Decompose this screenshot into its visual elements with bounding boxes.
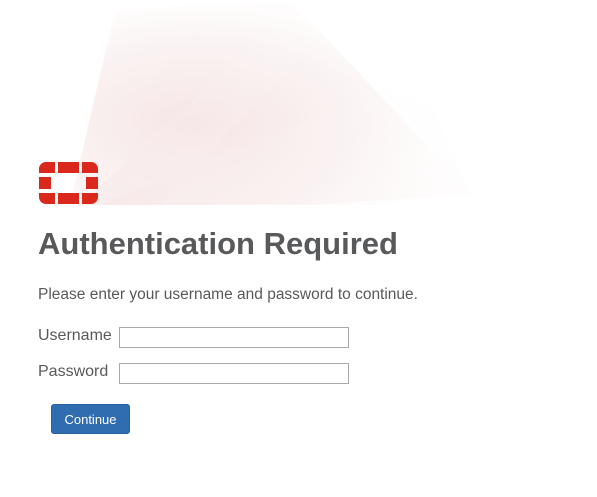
page-title: Authentication Required bbox=[38, 226, 398, 261]
password-label: Password bbox=[38, 363, 109, 380]
username-input[interactable] bbox=[119, 327, 349, 348]
username-label: Username bbox=[38, 327, 112, 344]
password-input[interactable] bbox=[119, 363, 349, 384]
continue-button[interactable]: Continue bbox=[51, 404, 130, 434]
login-instructions: Please enter your username and password … bbox=[38, 286, 418, 303]
login-page: Authentication Required Please enter you… bbox=[0, 0, 597, 497]
fortinet-logo-icon bbox=[39, 162, 98, 204]
